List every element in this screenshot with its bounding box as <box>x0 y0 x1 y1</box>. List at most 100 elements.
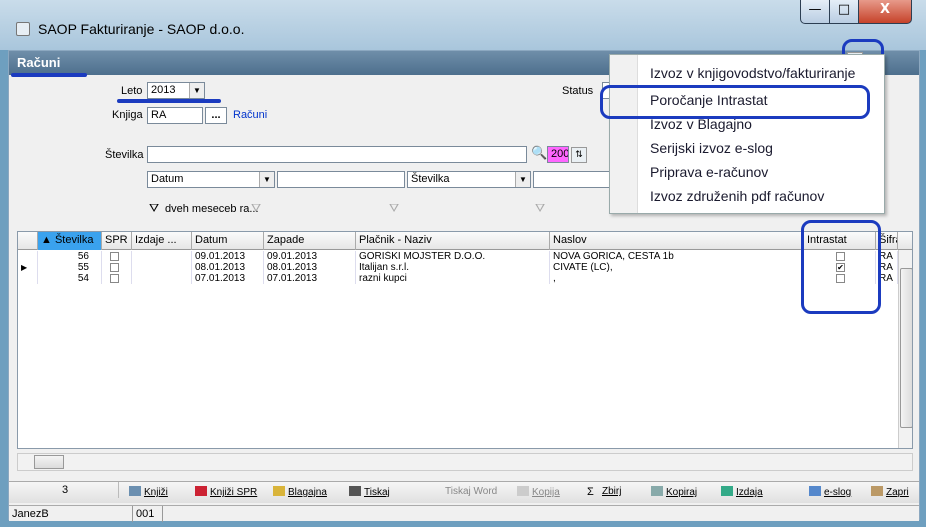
filter-icon[interactable]: ⛛ <box>389 201 399 216</box>
filter-text[interactable]: dveh meseceb ra... <box>165 203 259 215</box>
izdaja-label: Izdaja <box>736 487 763 498</box>
row-selector[interactable]: ▶ <box>18 262 38 273</box>
kopija-button[interactable]: Kopija <box>517 486 560 498</box>
cell-spr <box>102 273 132 284</box>
search-icon[interactable]: 🔍 <box>531 145 547 161</box>
record-count-input[interactable]: 200 <box>547 146 569 163</box>
chevron-down-icon: ▼ <box>515 172 530 187</box>
export-context-menu: Izvoz v knjigovodstvo/fakturiranje Poroč… <box>609 54 885 214</box>
maximize-button[interactable]: □ <box>829 0 859 24</box>
menu-item-serijski-izvoz[interactable]: Serijski izvoz e-slog <box>650 140 773 156</box>
horizontal-scrollbar[interactable] <box>17 453 913 471</box>
table-row[interactable]: 54 07.01.2013 07.01.2013 razni kupci, RA <box>18 273 912 284</box>
knjiga-label: Knjiga <box>112 109 143 121</box>
kopiraj-button[interactable]: Kopiraj <box>651 486 697 498</box>
stevilka-label: Številka <box>105 149 144 161</box>
title-bar: SAOP Fakturiranje - SAOP d.o.o. — □ X <box>0 0 926 50</box>
stevilka-input[interactable] <box>147 146 527 163</box>
header-izdaje[interactable]: Izdaje ... <box>132 232 192 250</box>
knjiga-browse-button[interactable]: ... <box>205 107 227 124</box>
kopija-label: Kopija <box>532 487 560 498</box>
vertical-scrollbar[interactable] <box>898 250 912 448</box>
menu-icon-column <box>610 55 638 213</box>
annotation-circle-intrastat-menu <box>600 85 870 119</box>
header-stevilka[interactable]: ▲ Številka <box>38 232 102 250</box>
cell-num: 54 <box>38 273 102 284</box>
menu-item-priprava-e-racunov[interactable]: Priprava e-računov <box>650 164 768 180</box>
tiskaj-label: Tiskaj <box>364 487 390 498</box>
app-window: SAOP Fakturiranje - SAOP d.o.o. — □ X Ra… <box>0 0 926 527</box>
cell-izdaje <box>132 262 192 273</box>
header-naslov[interactable]: Naslov <box>550 232 804 250</box>
bottom-toolbar: 3 Knjiži Knjiži SPR Blagajna Tiskaj Tisk… <box>9 481 919 503</box>
cell-izdaje <box>132 273 192 284</box>
sort1-select[interactable]: Datum ▼ <box>147 171 275 188</box>
zbirj-button[interactable]: Σ Zbirj <box>587 486 621 498</box>
sort-toggle-icon[interactable]: ⇅ <box>571 147 587 163</box>
status-bar: JanezB 001 <box>9 505 919 522</box>
filter-icon[interactable]: ⛛ <box>535 201 545 216</box>
filter-icon[interactable]: ⛛ <box>149 201 159 216</box>
knjiga-link[interactable]: Računi <box>233 109 267 121</box>
vertical-scroll-thumb[interactable] <box>900 268 912 428</box>
checkbox-spr[interactable] <box>110 263 119 272</box>
blagajna-button[interactable]: Blagajna <box>273 486 327 498</box>
page-title: Računi <box>17 55 61 70</box>
tiskaj-button[interactable]: Tiskaj <box>349 486 390 498</box>
close-button[interactable]: X <box>858 0 912 24</box>
cell-datum: 09.01.2013 <box>192 251 264 262</box>
header-zapade[interactable]: Zapade <box>264 232 356 250</box>
cell-spr <box>102 251 132 262</box>
cell-placnik: razni kupci <box>356 273 550 284</box>
cell-datum: 07.01.2013 <box>192 273 264 284</box>
leto-value: 2013 <box>151 84 176 96</box>
knjizi-spr-button[interactable]: Knjiži SPR <box>195 486 257 498</box>
table-row[interactable]: ▶ 55 08.01.2013 08.01.2013 Italijan s.r.l. CI… <box>18 262 912 273</box>
header-spr[interactable]: SPR <box>102 232 132 250</box>
checkbox-spr[interactable] <box>110 274 119 283</box>
chevron-down-icon: ▼ <box>189 83 204 98</box>
cell-naslov: CIVATE (LC), <box>550 262 804 273</box>
sort1-text-input[interactable] <box>277 171 405 188</box>
header-placnik[interactable]: Plačnik - Naziv <box>356 232 550 250</box>
knjizi-button[interactable]: Knjiži <box>129 486 168 498</box>
copy-icon <box>517 486 529 496</box>
window-title: SAOP Fakturiranje - SAOP d.o.o. <box>38 21 245 37</box>
sum-icon: Σ <box>587 486 594 498</box>
knjizi-spr-label: Knjiži SPR <box>210 487 258 498</box>
printer-icon <box>349 486 361 496</box>
horizontal-scroll-thumb[interactable] <box>34 455 64 469</box>
kopiraj-label: Kopiraj <box>666 487 698 498</box>
close-door-icon <box>871 486 883 496</box>
menu-item-izvoz-knjigovodstvo[interactable]: Izvoz v knjigovodstvo/fakturiranje <box>650 65 855 81</box>
leto-label: Leto <box>121 85 143 97</box>
izdaja-button[interactable]: Izdaja <box>721 486 763 498</box>
menu-item-izvoz-pdf[interactable]: Izvoz združenih pdf računov <box>650 188 824 204</box>
sort2-text-input[interactable] <box>533 171 617 188</box>
cell-naslov: , <box>550 273 804 284</box>
minimize-button[interactable]: — <box>800 0 830 24</box>
book-spr-icon <box>195 486 207 496</box>
zapri-button[interactable]: Zapri <box>871 486 909 498</box>
knjizi-label: Knjiži <box>144 487 168 498</box>
row-selector[interactable] <box>18 273 38 284</box>
row-selector[interactable] <box>18 251 38 262</box>
knjiga-input[interactable]: RA <box>147 107 203 124</box>
annotation-circle-intrastat <box>801 220 881 314</box>
sort2-select[interactable]: Številka ▼ <box>407 171 531 188</box>
checkbox-spr[interactable] <box>110 252 119 261</box>
status-user: JanezB <box>9 506 133 522</box>
table-row[interactable]: 56 09.01.2013 09.01.2013 GORIŠKI MOJSTER D.… <box>18 251 912 262</box>
e-slog-button[interactable]: e-slog <box>809 486 851 498</box>
annotation-underline-leto <box>117 99 221 103</box>
tiskaj-word-button[interactable]: Tiskaj Word <box>445 486 497 497</box>
e-slog-label: e-slog <box>824 487 852 498</box>
filter-icon[interactable]: ⛛ <box>251 201 261 216</box>
issue-icon <box>721 486 733 496</box>
book-icon <box>129 486 141 496</box>
leto-select[interactable]: 2013 ▼ <box>147 82 205 99</box>
e-slog-icon <box>809 486 821 496</box>
table-header: ▲ Številka SPR Izdaje ... Datum Zapade P… <box>18 232 912 250</box>
cell-placnik: Italijan s.r.l. <box>356 262 550 273</box>
header-datum[interactable]: Datum <box>192 232 264 250</box>
